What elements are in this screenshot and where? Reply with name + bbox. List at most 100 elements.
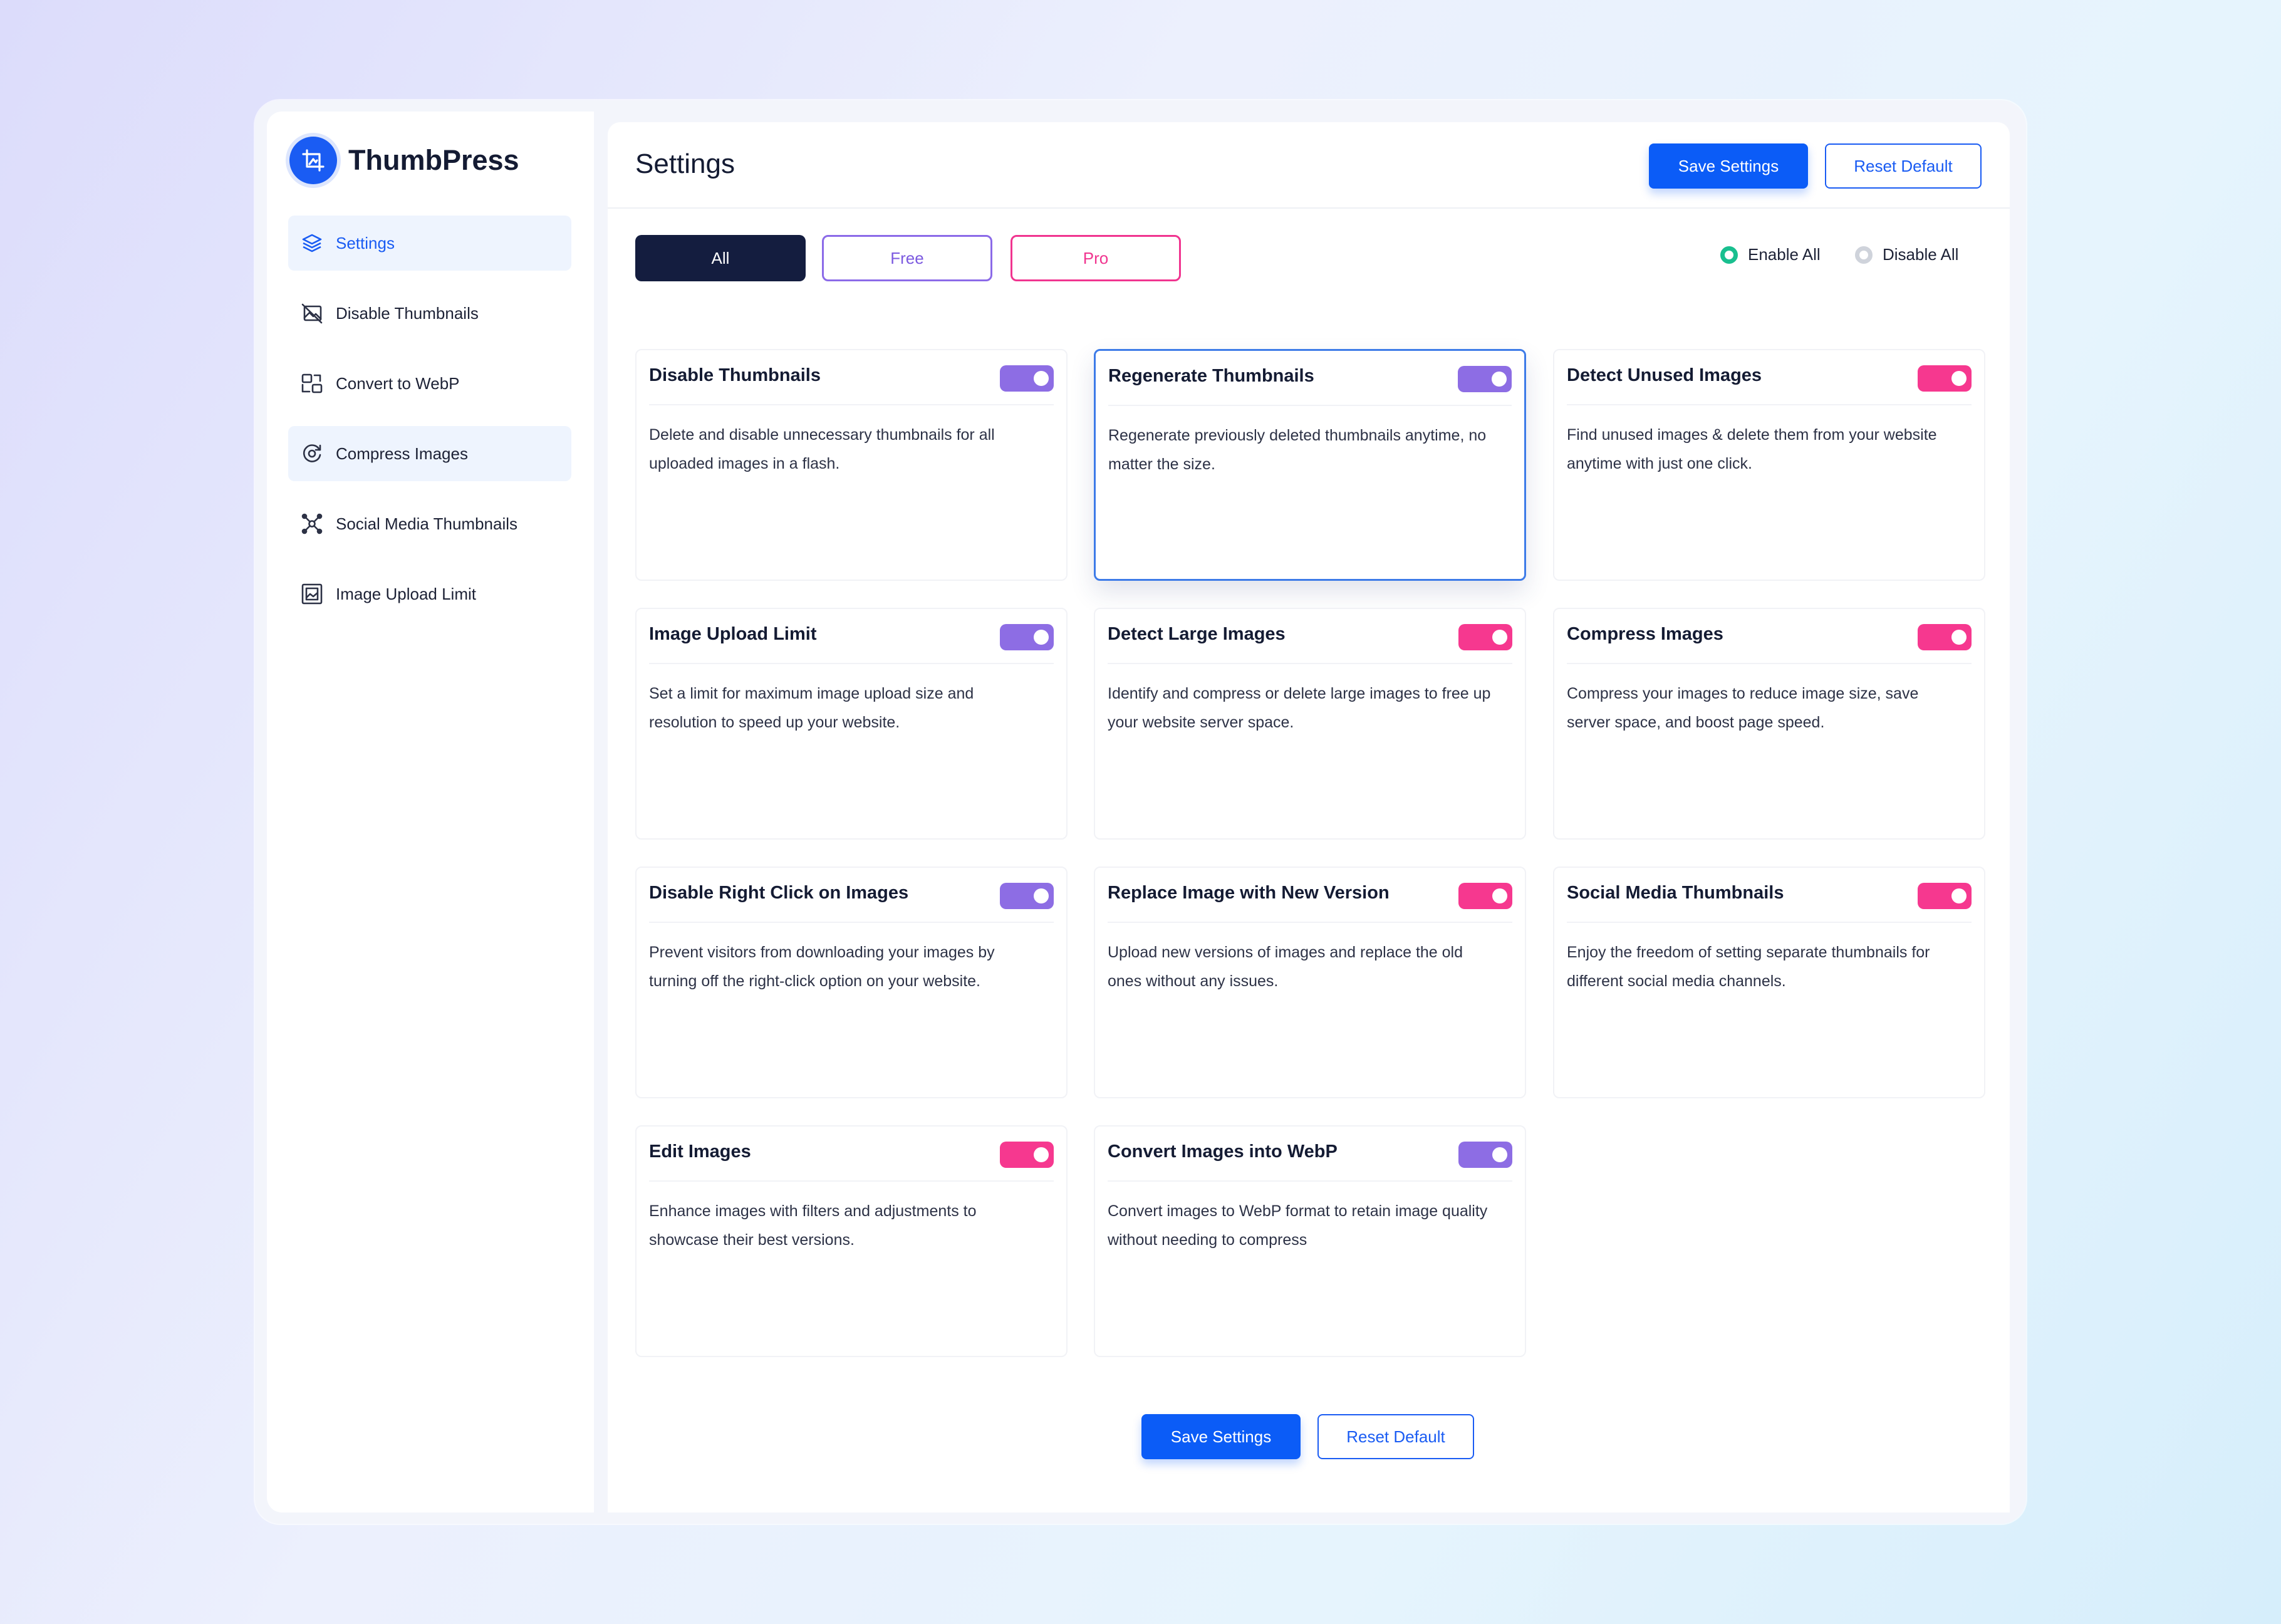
card-divider [1108,663,1512,664]
share-nodes-icon [301,513,323,535]
toggle-knob [1492,372,1507,387]
radio-unchecked-icon [1855,246,1873,264]
image-frame-icon [301,583,323,605]
card-divider [649,663,1054,664]
sidebar-item-label: Convert to WebP [336,373,460,393]
feature-card-compress-images: Compress Images Compress your images to … [1553,608,1985,840]
footer-reset-default-button[interactable]: Reset Default [1317,1414,1474,1459]
compress-icon [301,442,323,465]
feature-toggle[interactable] [1918,883,1972,909]
sidebar-item-label: Disable Thumbnails [336,303,479,323]
sidebar-item-convert-to-webp[interactable]: Convert to WebP [288,356,571,411]
card-title: Edit Images [649,1142,751,1162]
toggle-knob [1034,888,1049,903]
card-divider [1567,404,1972,405]
card-divider [649,404,1054,405]
feature-toggle[interactable] [1000,883,1054,909]
card-description: Enhance images with filters and adjustme… [649,1202,977,1249]
toggle-knob [1492,888,1507,903]
feature-card-replace-image: Replace Image with New Version Upload ne… [1094,867,1526,1098]
page-title: Settings [635,148,735,179]
disable-all-radio[interactable]: Disable All [1855,245,1958,264]
card-divider [1108,1180,1512,1182]
card-title: Disable Right Click on Images [649,883,909,903]
footer-save-settings-button[interactable]: Save Settings [1141,1414,1301,1459]
toggle-knob [1034,371,1049,386]
feature-card-regenerate-thumbnails: Regenerate Thumbnails Regenerate previou… [1094,349,1526,581]
feature-toggle[interactable] [1458,366,1512,392]
card-divider [1108,922,1512,923]
toggle-knob [1034,630,1049,645]
card-divider [1567,663,1972,664]
card-title: Image Upload Limit [649,624,817,644]
feature-card-social-media-thumbnails: Social Media Thumbnails Enjoy the freedo… [1553,867,1985,1098]
sidebar-item-social-media-thumbnails[interactable]: Social Media Thumbnails [288,496,571,551]
card-description: Prevent visitors from downloading your i… [649,944,995,990]
toggle-knob [1492,630,1507,645]
card-divider [1567,922,1972,923]
feature-toggle[interactable] [1458,1142,1512,1168]
card-title: Convert Images into WebP [1108,1142,1338,1162]
disable-all-label: Disable All [1883,245,1959,264]
sidebar-item-settings[interactable]: Settings [288,216,571,271]
sidebar-item-label: Compress Images [336,444,468,463]
card-description: Upload new versions of images and replac… [1108,944,1463,990]
sidebar-item-label: Settings [336,233,395,252]
card-title: Replace Image with New Version [1108,883,1390,903]
radio-checked-icon [1720,246,1738,264]
feature-toggle[interactable] [1000,365,1054,392]
layers-icon [301,232,323,254]
sidebar-item-image-upload-limit[interactable]: Image Upload Limit [288,566,571,622]
image-off-icon [301,302,323,325]
sidebar-item-label: Social Media Thumbnails [336,514,517,533]
sidebar: ThumbPress Settings Disable Thumbnails C… [267,112,594,1512]
card-divider [649,1180,1054,1182]
card-title: Social Media Thumbnails [1567,883,1784,903]
feature-toggle[interactable] [1918,624,1972,650]
card-title: Detect Large Images [1108,624,1286,644]
feature-card-convert-webp: Convert Images into WebP Convert images … [1094,1125,1526,1357]
sidebar-nav: Settings Disable Thumbnails Convert to W… [288,216,571,637]
sidebar-item-compress-images[interactable]: Compress Images [288,426,571,481]
enable-all-label: Enable All [1748,245,1821,264]
toggle-knob [1034,1147,1049,1162]
brand[interactable]: ThumbPress [289,137,519,184]
feature-toggle[interactable] [1458,624,1512,650]
tab-free[interactable]: Free [822,235,992,281]
toggle-knob [1951,371,1967,386]
feature-card-detect-large-images: Detect Large Images Identify and compres… [1094,608,1526,840]
feature-card-disable-thumbnails: Disable Thumbnails Delete and disable un… [635,349,1068,581]
card-title: Disable Thumbnails [649,365,821,385]
card-title: Regenerate Thumbnails [1108,366,1314,386]
feature-toggle[interactable] [1458,883,1512,909]
card-divider [649,922,1054,923]
enable-all-radio[interactable]: Enable All [1720,245,1821,264]
card-description: Compress your images to reduce image siz… [1567,685,1919,731]
feature-toggle[interactable] [1000,624,1054,650]
card-title: Detect Unused Images [1567,365,1762,385]
thumbpress-logo-icon [289,137,337,184]
sidebar-item-label: Image Upload Limit [336,584,476,603]
feature-card-detect-unused-images: Detect Unused Images Find unused images … [1553,349,1985,581]
tab-all[interactable]: All [635,235,806,281]
card-title: Compress Images [1567,624,1723,644]
toggle-knob [1951,630,1967,645]
save-settings-button[interactable]: Save Settings [1649,143,1808,189]
feature-card-disable-right-click: Disable Right Click on Images Prevent vi… [635,867,1068,1098]
reset-default-button[interactable]: Reset Default [1825,143,1982,189]
feature-toggle[interactable] [1000,1142,1054,1168]
card-description: Set a limit for maximum image upload siz… [649,685,974,731]
toggle-knob [1951,888,1967,903]
card-description: Find unused images & delete them from yo… [1567,426,1937,472]
card-description: Enjoy the freedom of setting separate th… [1567,944,1930,990]
feature-toggle[interactable] [1918,365,1972,392]
card-description: Delete and disable unnecessary thumbnail… [649,426,995,472]
card-description: Regenerate previously deleted thumbnails… [1108,427,1487,473]
card-description: Identify and compress or delete large im… [1108,685,1491,731]
brand-name: ThumbPress [348,144,519,176]
card-description: Convert images to WebP format to retain … [1108,1202,1488,1249]
sidebar-item-disable-thumbnails[interactable]: Disable Thumbnails [288,286,571,341]
tab-pro[interactable]: Pro [1011,235,1181,281]
feature-card-edit-images: Edit Images Enhance images with filters … [635,1125,1068,1357]
feature-card-image-upload-limit: Image Upload Limit Set a limit for maxim… [635,608,1068,840]
